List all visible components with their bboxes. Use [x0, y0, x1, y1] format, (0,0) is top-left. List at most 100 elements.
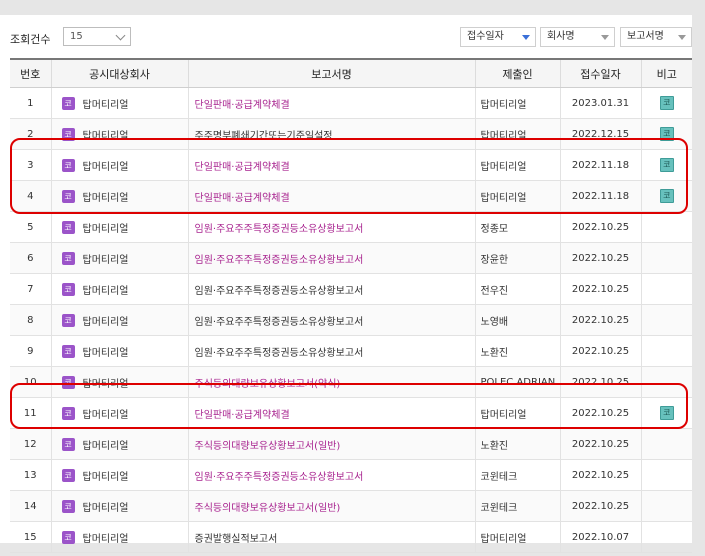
report-link[interactable]: 임원·주요주주특정증권등소유상황보고서 [195, 224, 364, 235]
report-link[interactable]: 단일판매·공급계약체결 [195, 100, 290, 111]
sort-date-select[interactable]: 접수일자 [460, 27, 536, 47]
kosdaq-badge-icon: 코 [61, 96, 75, 110]
company-name[interactable]: 탑머티리얼 [83, 503, 129, 514]
note-cell [640, 273, 692, 305]
kosdaq-badge-icon: 코 [61, 468, 75, 482]
company-cell[interactable]: 코 탑머티리얼 [50, 118, 188, 150]
company-cell[interactable]: 코 탑머티리얼 [50, 335, 188, 367]
report-link[interactable]: 임원·주요주주특정증권등소유상황보고서 [195, 317, 364, 328]
row-number: 4 [10, 180, 51, 212]
report-cell[interactable]: 주식등의대량보유상황보고서(약식) [187, 366, 475, 398]
report-link[interactable]: 임원·주요주주특정증권등소유상황보고서 [195, 286, 364, 297]
date-cell: 2022.10.25 [559, 428, 641, 460]
report-cell[interactable]: 단일판매·공급계약체결 [187, 397, 475, 429]
company-cell[interactable]: 코 탑머티리얼 [50, 87, 188, 119]
sort-company-select[interactable]: 회사명 [540, 27, 615, 47]
report-link[interactable]: 주주명부폐쇄기간또는기준일설정 [195, 131, 333, 142]
company-name[interactable]: 탑머티리얼 [83, 534, 129, 545]
report-cell[interactable]: 임원·주요주주특정증권등소유상황보고서 [187, 211, 475, 243]
report-cell[interactable]: 임원·주요주주특정증권등소유상황보고서 [187, 459, 475, 491]
note-cell [640, 521, 692, 553]
company-cell[interactable]: 코 탑머티리얼 [50, 242, 188, 274]
company-name[interactable]: 탑머티리얼 [83, 472, 129, 483]
company-cell[interactable]: 코 탑머티리얼 [50, 490, 188, 522]
report-link[interactable]: 주식등의대량보유상황보고서(일반) [195, 441, 341, 452]
company-cell[interactable]: 코 탑머티리얼 [50, 180, 188, 212]
submitter-cell: 탑머티리얼 [474, 397, 560, 429]
company-cell[interactable]: 코 탑머티리얼 [50, 149, 188, 181]
report-cell[interactable]: 주식등의대량보유상황보고서(일반) [187, 490, 475, 522]
report-link[interactable]: 단일판매·공급계약체결 [195, 410, 290, 421]
col-header-no[interactable]: 번호 [10, 58, 51, 88]
company-cell[interactable]: 코 탑머티리얼 [50, 521, 188, 553]
company-cell[interactable]: 코 탑머티리얼 [50, 304, 188, 336]
report-cell[interactable]: 임원·주요주주특정증권등소유상황보고서 [187, 273, 475, 305]
company-cell[interactable]: 코 탑머티리얼 [50, 366, 188, 398]
company-name[interactable]: 탑머티리얼 [83, 100, 129, 111]
company-name[interactable]: 탑머티리얼 [83, 379, 129, 390]
table-row: 11 코 탑머티리얼 단일판매·공급계약체결 탑머티리얼 2022.10.25 코 [10, 397, 692, 429]
col-header-company[interactable]: 공시대상회사 [50, 58, 188, 88]
kosdaq-note-icon[interactable]: 코 [659, 96, 674, 110]
page-size-value: 15 [70, 31, 83, 42]
table-row: 4 코 탑머티리얼 단일판매·공급계약체결 탑머티리얼 2022.11.18 코 [10, 180, 692, 212]
col-header-submitter[interactable]: 제출인 [474, 58, 560, 88]
col-header-date[interactable]: 접수일자 [559, 58, 641, 88]
company-name[interactable]: 탑머티리얼 [83, 286, 129, 297]
table-row: 7 코 탑머티리얼 임원·주요주주특정증권등소유상황보고서 전우진 2022.10.25 [10, 273, 692, 305]
report-link[interactable]: 단일판매·공급계약체결 [195, 193, 290, 204]
company-cell[interactable]: 코 탑머티리얼 [50, 428, 188, 460]
report-link[interactable]: 증권발행실적보고서 [195, 534, 278, 545]
report-cell[interactable]: 임원·주요주주특정증권등소유상황보고서 [187, 304, 475, 336]
report-cell[interactable]: 단일판매·공급계약체결 [187, 180, 475, 212]
kosdaq-badge-icon: 코 [61, 282, 75, 296]
kosdaq-note-icon[interactable]: 코 [659, 406, 674, 420]
submitter-cell: 탑머티리얼 [474, 118, 560, 150]
company-name[interactable]: 탑머티리얼 [83, 193, 129, 204]
report-cell[interactable]: 단일판매·공급계약체결 [187, 87, 475, 119]
kosdaq-badge-icon: 코 [61, 313, 75, 327]
note-cell [640, 211, 692, 243]
kosdaq-note-icon[interactable]: 코 [659, 158, 674, 172]
company-name[interactable]: 탑머티리얼 [83, 441, 129, 452]
submitter-cell: 탑머티리얼 [474, 149, 560, 181]
report-link[interactable]: 임원·주요주주특정증권등소유상황보고서 [195, 348, 364, 359]
report-cell[interactable]: 주식등의대량보유상황보고서(일반) [187, 428, 475, 460]
note-cell [640, 490, 692, 522]
company-name[interactable]: 탑머티리얼 [83, 224, 129, 235]
page-size-select[interactable]: 15 [63, 27, 131, 46]
kosdaq-note-icon[interactable]: 코 [659, 127, 674, 141]
kosdaq-badge-icon: 코 [61, 251, 75, 265]
company-cell[interactable]: 코 탑머티리얼 [50, 459, 188, 491]
report-link[interactable]: 주식등의대량보유상황보고서(약식) [195, 379, 341, 390]
company-cell[interactable]: 코 탑머티리얼 [50, 211, 188, 243]
date-cell: 2022.10.25 [559, 490, 641, 522]
report-cell[interactable]: 단일판매·공급계약체결 [187, 149, 475, 181]
company-name[interactable]: 탑머티리얼 [83, 131, 129, 142]
report-link[interactable]: 단일판매·공급계약체결 [195, 162, 290, 173]
kosdaq-badge-icon: 코 [61, 375, 75, 389]
col-header-report[interactable]: 보고서명 [187, 58, 475, 88]
count-label: 조회건수 [10, 33, 51, 46]
company-name[interactable]: 탑머티리얼 [83, 162, 129, 173]
row-number: 11 [10, 397, 51, 429]
report-cell[interactable]: 임원·주요주주특정증권등소유상황보고서 [187, 242, 475, 274]
report-cell[interactable]: 증권발행실적보고서 [187, 521, 475, 553]
report-link[interactable]: 임원·주요주주특정증권등소유상황보고서 [195, 255, 364, 266]
company-cell[interactable]: 코 탑머티리얼 [50, 397, 188, 429]
table-row: 13 코 탑머티리얼 임원·주요주주특정증권등소유상황보고서 코윈테크 2022.10.2… [10, 459, 692, 491]
company-name[interactable]: 탑머티리얼 [83, 255, 129, 266]
report-cell[interactable]: 주주명부폐쇄기간또는기준일설정 [187, 118, 475, 150]
sort-report-select[interactable]: 보고서명 [620, 27, 692, 47]
submitter-cell: 탑머티리얼 [474, 87, 560, 119]
note-cell: 코 [640, 180, 692, 212]
company-name[interactable]: 탑머티리얼 [83, 317, 129, 328]
table-header: 번호 공시대상회사 보고서명 제출인 접수일자 비고 [10, 58, 692, 88]
company-name[interactable]: 탑머티리얼 [83, 410, 129, 421]
company-cell[interactable]: 코 탑머티리얼 [50, 273, 188, 305]
company-name[interactable]: 탑머티리얼 [83, 348, 129, 359]
kosdaq-note-icon[interactable]: 코 [659, 189, 674, 203]
report-link[interactable]: 주식등의대량보유상황보고서(일반) [195, 503, 341, 514]
report-link[interactable]: 임원·주요주주특정증권등소유상황보고서 [195, 472, 364, 483]
report-cell[interactable]: 임원·주요주주특정증권등소유상황보고서 [187, 335, 475, 367]
